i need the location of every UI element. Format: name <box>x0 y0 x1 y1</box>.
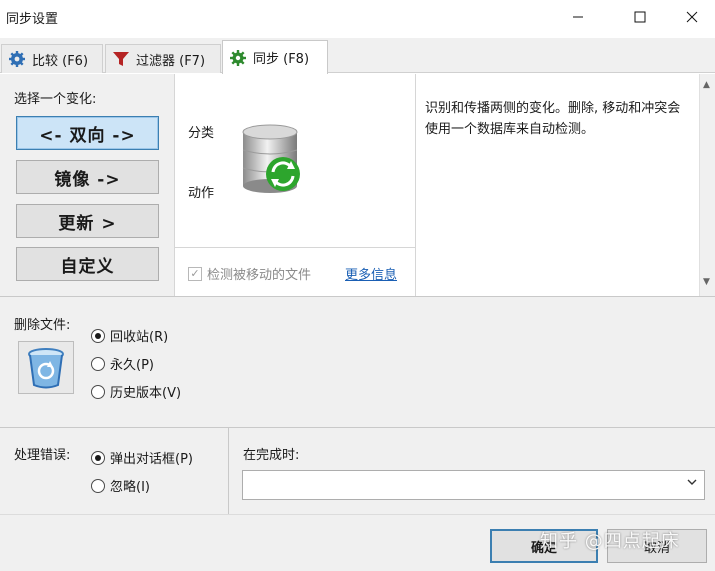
checkmark-icon: ✓ <box>188 266 202 281</box>
action-label: 动作 <box>188 186 215 201</box>
minimize-button[interactable] <box>555 0 601 34</box>
radio-selected-icon <box>91 328 105 343</box>
minimize-icon <box>573 16 583 18</box>
close-button[interactable] <box>669 0 715 34</box>
permanent-label: 永久(P) <box>110 358 154 373</box>
category-panel: 分类 动作 ✓ 检测被移动的文件 更多信息 <box>174 74 416 296</box>
description-text: 识别和传播两侧的变化。删除, 移动和冲突会使用一个数据库来自动检测。 <box>425 101 681 137</box>
description-scrollbar[interactable]: ▲ ▼ <box>699 74 715 296</box>
recycle-bin-radio[interactable]: 回收站(R) <box>91 326 168 345</box>
tab-filter-label: 过滤器 (F7) <box>136 53 206 69</box>
tab-sync-label: 同步 (F8) <box>253 52 310 67</box>
scroll-down-icon[interactable]: ▼ <box>703 277 710 287</box>
detect-moved-checkbox[interactable]: ✓ 检测被移动的文件 <box>188 264 311 283</box>
ok-button[interactable]: 确定 <box>490 529 598 563</box>
filter-icon <box>112 50 130 68</box>
category-label: 分类 <box>188 126 215 141</box>
error-handling: 处理错误: 弹出对话框(P) 忽略(I) <box>0 428 228 514</box>
error-label: 处理错误: <box>14 448 71 463</box>
delete-label: 删除文件: <box>14 318 71 333</box>
ignore-radio[interactable]: 忽略(I) <box>91 476 150 495</box>
maximize-icon <box>634 11 646 23</box>
radio-icon <box>91 356 105 371</box>
two-way-button[interactable]: <- 双向 -> <box>16 116 159 150</box>
recycle-bin-label: 回收站(R) <box>110 330 169 345</box>
chevron-down-icon[interactable] <box>686 476 698 491</box>
versioning-radio[interactable]: 历史版本(V) <box>91 382 181 401</box>
mirror-button[interactable]: 镜像 -> <box>16 160 159 194</box>
on-completion-label: 在完成时: <box>243 448 300 463</box>
gear-icon <box>8 50 26 68</box>
scroll-up-icon[interactable]: ▲ <box>703 80 710 90</box>
detect-moved-label: 检测被移动的文件 <box>207 268 312 283</box>
recycle-bin-icon <box>18 341 74 394</box>
radio-icon <box>91 384 105 399</box>
tab-filter[interactable]: 过滤器 (F7) <box>105 44 221 73</box>
close-icon <box>686 11 698 23</box>
radio-icon <box>91 478 105 493</box>
divider <box>175 247 416 248</box>
on-completion-select[interactable] <box>242 470 705 500</box>
variant-label: 选择一个变化: <box>14 92 97 107</box>
show-popup-radio[interactable]: 弹出对话框(P) <box>91 448 193 467</box>
tab-strip: 比较 (F6) 过滤器 (F7) 同步 (F8) <box>0 38 715 74</box>
variant-panel: 选择一个变化: <- 双向 -> 镜像 -> 更新 > 自定义 <box>0 74 174 296</box>
radio-selected-icon <box>91 450 105 465</box>
ignore-label: 忽略(I) <box>110 480 150 495</box>
error-section: 处理错误: 弹出对话框(P) 忽略(I) 在完成时: <box>0 428 715 514</box>
more-info-link[interactable]: 更多信息 <box>345 264 397 283</box>
window-title: 同步设置 <box>6 12 59 27</box>
tab-sync[interactable]: 同步 (F8) <box>222 40 328 74</box>
permanent-radio[interactable]: 永久(P) <box>91 354 154 373</box>
cancel-button[interactable]: 取消 <box>607 529 707 563</box>
tab-compare[interactable]: 比较 (F6) <box>1 44 103 73</box>
show-popup-label: 弹出对话框(P) <box>110 452 193 467</box>
maximize-button[interactable] <box>617 0 663 34</box>
button-bar: 确定 取消 <box>0 515 715 571</box>
versioning-label: 历史版本(V) <box>110 386 182 401</box>
gear-icon <box>229 49 247 67</box>
update-button[interactable]: 更新 > <box>16 204 159 238</box>
title-bar: 同步设置 <box>0 0 715 34</box>
description-panel: 识别和传播两侧的变化。删除, 移动和冲突会使用一个数据库来自动检测。 <box>417 74 699 296</box>
custom-button[interactable]: 自定义 <box>16 247 159 281</box>
tab-compare-label: 比较 (F6) <box>32 53 89 69</box>
divider <box>228 428 229 514</box>
delete-section: 删除文件: 回收站(R) 永久(P) 历史版本(V) <box>0 297 715 427</box>
database-sync-icon <box>242 124 300 193</box>
